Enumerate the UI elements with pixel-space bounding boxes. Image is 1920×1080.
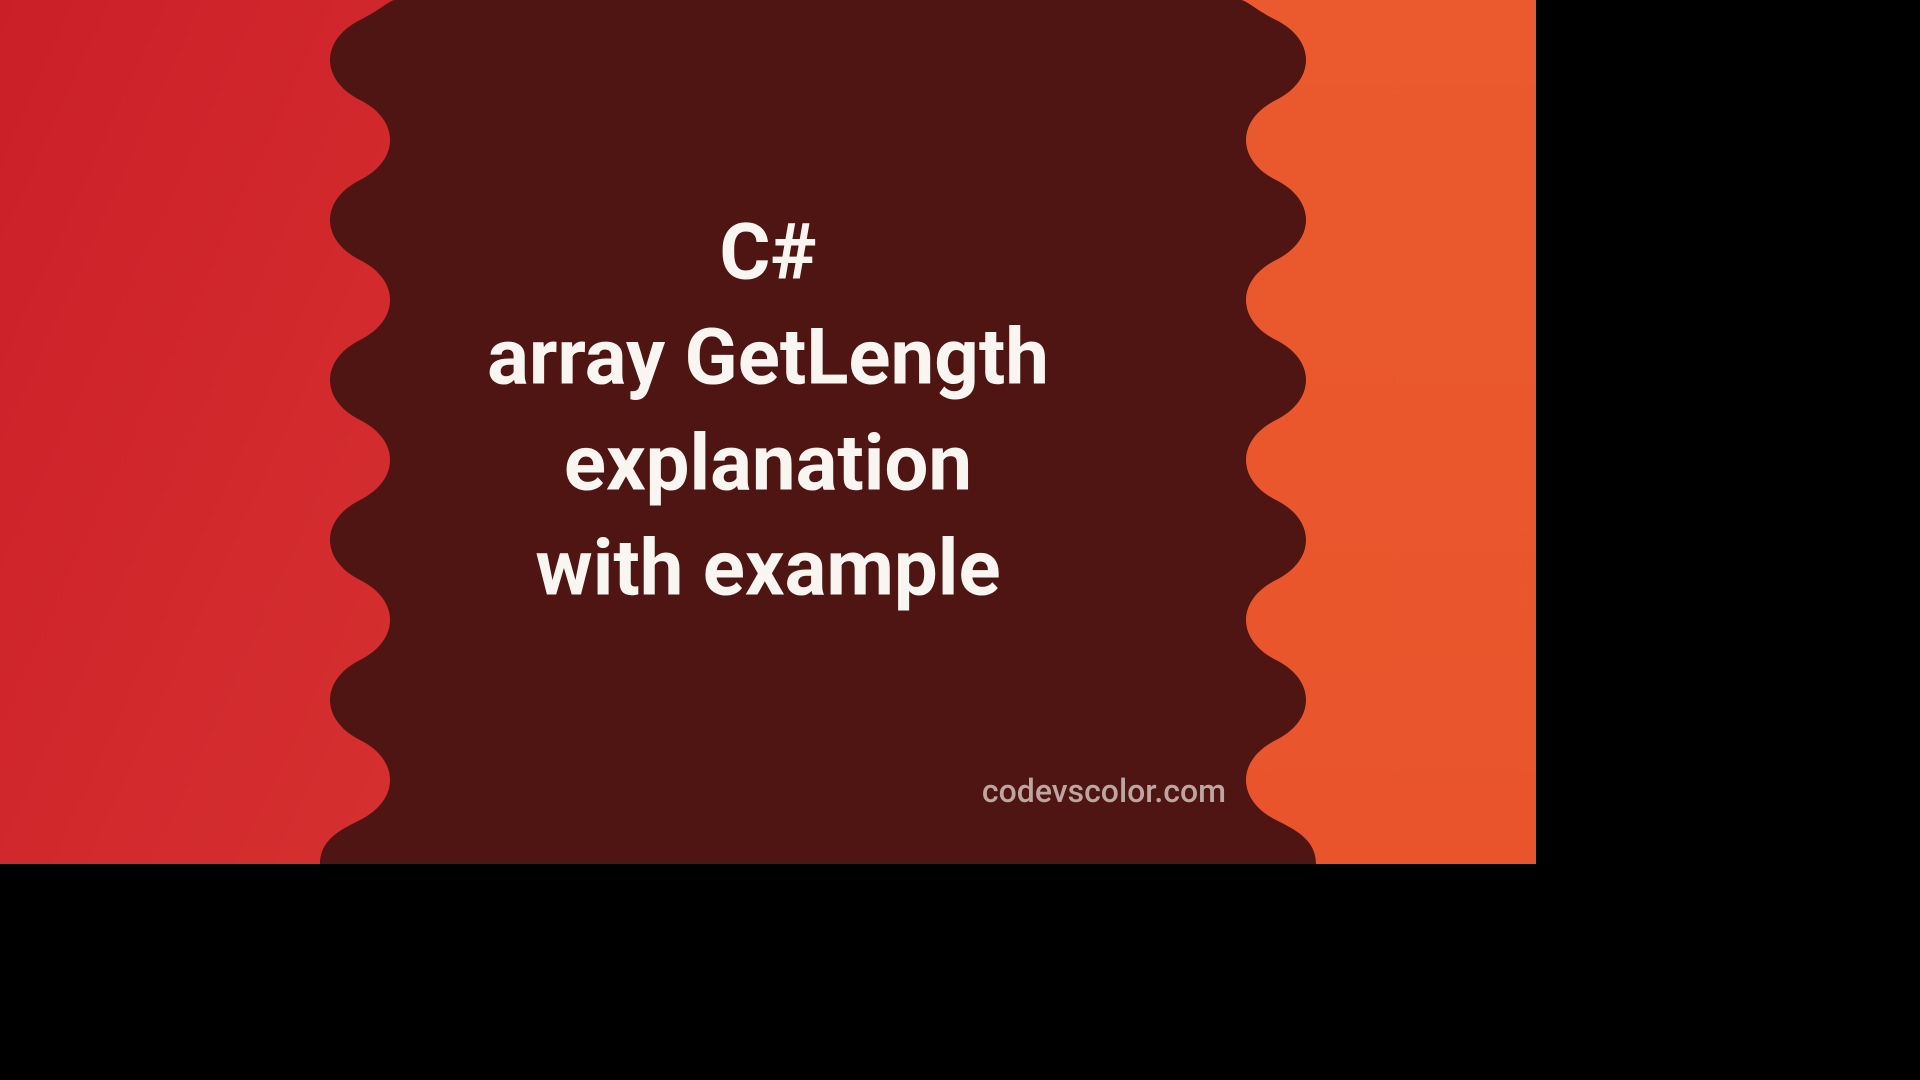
hero-title: C# array GetLength explanation with exam…	[318, 200, 1218, 621]
watermark-text: codevscolor.com	[982, 772, 1226, 810]
title-line-1: C#	[318, 200, 1218, 305]
hero-graphic: C# array GetLength explanation with exam…	[0, 0, 1536, 864]
title-line-4: with example	[318, 516, 1218, 621]
right-wavy-shape	[1236, 0, 1536, 864]
title-line-2: array GetLength	[318, 306, 1218, 411]
title-line-3: explanation	[318, 411, 1218, 516]
